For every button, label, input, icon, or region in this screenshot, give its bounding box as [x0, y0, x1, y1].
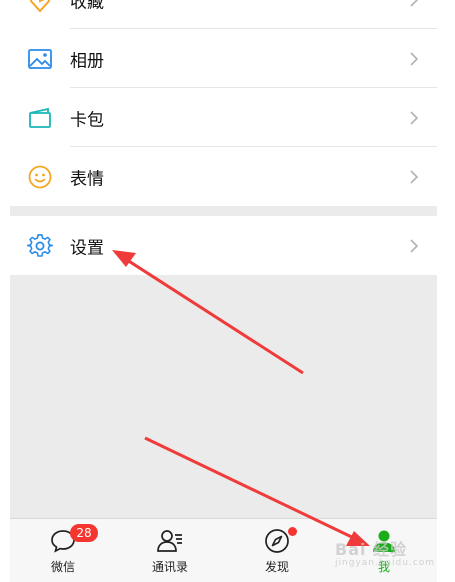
tab-label: 通讯录	[151, 560, 188, 574]
chevron-right-icon	[410, 51, 419, 66]
card-wallet-icon	[29, 107, 51, 128]
menu-item-settings[interactable]: 设置	[10, 216, 437, 275]
unread-badge: 28	[70, 524, 98, 542]
new-content-dot	[288, 527, 297, 536]
watermark-subtext: jingyan.baidu.com	[335, 558, 436, 568]
compass-icon	[265, 529, 289, 553]
tab-label: 发现	[264, 560, 289, 574]
menu-item-label: 表情	[70, 169, 104, 189]
menu-item-card-wallet[interactable]: 卡包	[10, 88, 437, 147]
chevron-right-icon	[410, 110, 419, 125]
menu-item-label: 卡包	[70, 110, 104, 130]
watermark-logo: Bai 经验 jingyan.baidu.com	[335, 536, 435, 568]
chevron-right-icon	[410, 0, 418, 7]
menu-item-label: 收藏	[70, 0, 104, 12]
tab-discover[interactable]: 发现	[224, 519, 330, 582]
chevron-right-icon	[410, 169, 419, 184]
emoji-icon	[28, 165, 52, 188]
tab-label: 微信	[50, 560, 75, 574]
chevron-right-icon	[410, 238, 419, 253]
contacts-icon	[157, 530, 182, 552]
menu-item-emoji[interactable]: 表情	[10, 147, 437, 206]
menu-item-favorites[interactable]: 收藏	[10, 0, 437, 29]
watermark-text: Bai 经验	[335, 540, 408, 559]
settings-gear-icon	[27, 233, 53, 257]
menu-item-label: 设置	[70, 238, 104, 258]
tab-chats[interactable]: 28 微信	[10, 519, 116, 582]
menu-group-main: 收藏 相册 卡包 表情	[10, 0, 437, 206]
menu-item-label: 相册	[70, 51, 104, 71]
tab-contacts[interactable]: 通讯录	[117, 519, 223, 582]
wechat-me-page: 收藏 相册 卡包 表情 设置 28 微信 通讯录 发现 我	[10, 0, 437, 582]
menu-item-album[interactable]: 相册	[10, 29, 437, 88]
menu-group-settings: 设置	[10, 216, 437, 275]
favorites-icon	[30, 0, 50, 12]
album-icon	[28, 48, 52, 69]
